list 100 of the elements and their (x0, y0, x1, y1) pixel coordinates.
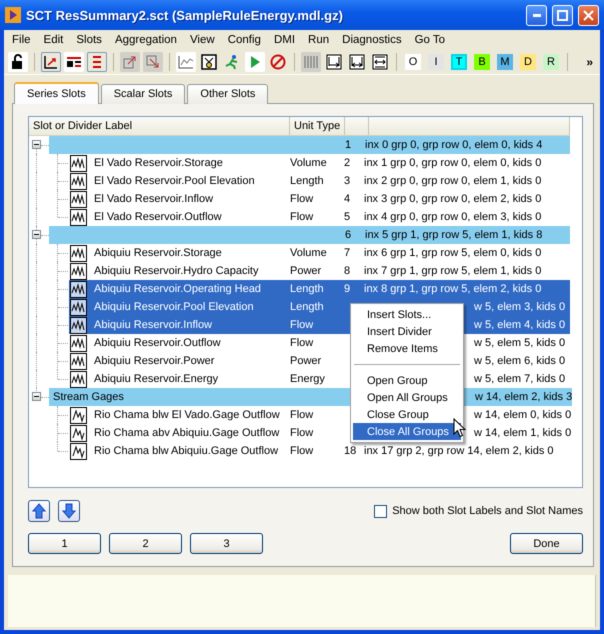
menu-item[interactable]: Diagnostics (337, 34, 410, 46)
row-info: w 14, elem 0, kids 0 (474, 409, 572, 421)
collapse-toggle[interactable] (32, 230, 41, 239)
context-menu-item[interactable]: Close Group (353, 406, 461, 423)
import-icon[interactable] (143, 52, 163, 72)
line-chart-icon[interactable] (176, 52, 196, 72)
numbered-button[interactable]: 3 (190, 533, 263, 554)
waveform-icon (70, 262, 87, 280)
gauge-icon[interactable] (199, 52, 219, 72)
done-button[interactable]: Done (510, 533, 583, 554)
row-info: inx 17 grp 2, grp row 14, elem 2, kids 0 (364, 445, 554, 457)
numbered-button[interactable]: 2 (109, 533, 182, 554)
row-info: w 14, elem 2, kids 3 (475, 391, 572, 403)
unit-type: Length (290, 283, 325, 295)
unit-type: Flow (290, 211, 314, 223)
play-icon[interactable] (245, 52, 265, 72)
menu-item[interactable]: Run (303, 34, 338, 46)
row-info: w 5, elem 5, kids 0 (474, 337, 566, 349)
row-info: w 5, elem 7, kids 0 (474, 373, 566, 385)
collapse-toggle[interactable] (32, 140, 41, 149)
unit-type: Volume (290, 157, 328, 169)
row-info: w 5, elem 4, kids 0 (474, 319, 566, 331)
row-info: w 5, elem 3, kids 0 (474, 301, 566, 313)
color-filter-button[interactable]: T (451, 54, 467, 70)
menu-item[interactable]: File (7, 34, 39, 46)
export-icon[interactable] (120, 52, 140, 72)
lock-icon[interactable] (8, 52, 28, 72)
column-header[interactable]: Slot or Divider Label (29, 117, 290, 135)
collapse-toggle[interactable] (32, 392, 41, 401)
row-number: 1 (345, 139, 352, 151)
waveform-icon (70, 154, 87, 172)
slot-row[interactable]: Abiquiu Reservoir.Operating Head Length 9 inx 8 grp 1, grp row 5, elem 2, kids 0 (69, 280, 570, 298)
context-menu-item[interactable]: Open All Groups (353, 389, 461, 406)
color-filter-button[interactable]: R (543, 54, 559, 70)
menu-item[interactable]: Config (222, 34, 269, 46)
waveform-icon (70, 190, 87, 208)
slot-label: Abiquiu Reservoir.Power (94, 355, 216, 367)
menu-item[interactable]: Go To (410, 34, 454, 46)
slot-label: El Vado Reservoir.Outflow (94, 211, 223, 223)
menu-item[interactable]: Edit (38, 34, 72, 46)
slot-label: Abiquiu Reservoir.Outflow (94, 337, 222, 349)
color-filter-button[interactable]: B (474, 54, 490, 70)
unit-type: Power (290, 355, 322, 367)
close-icon (583, 10, 594, 20)
unit-type: Flow (290, 445, 314, 457)
column-header[interactable]: Unit Type (290, 117, 345, 135)
menu-item[interactable]: Aggregation (110, 34, 185, 46)
slot-label: Abiquiu Reservoir.Operating Head (94, 283, 262, 295)
group-row[interactable]: 1 inx 0 grp 0, grp row 0, elem 0, kids 4 (49, 136, 570, 154)
close-button[interactable] (578, 4, 599, 26)
menu-item[interactable]: View (184, 34, 223, 46)
tab[interactable]: Scalar Slots (100, 84, 186, 104)
overflow-button[interactable]: » (586, 55, 596, 69)
width-icon[interactable] (347, 52, 367, 72)
unit-type: Length (290, 175, 325, 187)
slot-label: Abiquiu Reservoir.Pool Elevation (94, 301, 255, 313)
row-info: inx 8 grp 1, grp row 5, elem 2, kids 0 (364, 283, 542, 295)
slot-label: Abiquiu Reservoir.Hydro Capacity (94, 265, 260, 277)
group-row[interactable]: 6 inx 5 grp 1, grp row 5, elem 1, kids 8 (49, 226, 570, 244)
row-number: 6 (345, 229, 352, 241)
menu-item[interactable]: DMI (268, 34, 304, 46)
color-filter-button[interactable]: O (405, 54, 421, 70)
tab[interactable]: Series Slots (14, 82, 99, 104)
right-width-icon[interactable] (324, 52, 344, 72)
columns-icon[interactable] (64, 52, 84, 72)
menu-item[interactable]: Slots (71, 34, 110, 46)
minus-icon (34, 232, 39, 237)
unit-type: Flow (290, 319, 314, 331)
waveform-icon (70, 298, 87, 316)
waveform-icon (70, 208, 87, 226)
slot-label: Rio Chama blw El Vado.Gage Outflow (94, 409, 281, 421)
slot-label: El Vado Reservoir.Inflow (94, 193, 214, 205)
color-filter-button[interactable]: M (497, 54, 513, 70)
color-filter-button[interactable]: I (428, 54, 444, 70)
row-number: 4 (344, 193, 352, 205)
row-number: 2 (344, 157, 352, 169)
waveform-icon (70, 442, 87, 460)
waveform-icon (70, 172, 87, 190)
context-menu-item[interactable]: Close All Groups (353, 423, 461, 440)
color-filter-button[interactable]: D (520, 54, 536, 70)
maximize-button[interactable] (552, 4, 573, 26)
fit-icon[interactable] (370, 52, 390, 72)
slot-label: Rio Chama blw Abiquiu.Gage Outflow (94, 445, 280, 457)
checkbox[interactable] (374, 504, 388, 518)
context-menu-item[interactable]: Open Group (353, 372, 461, 389)
minimize-button[interactable] (526, 4, 547, 26)
maximize-icon (557, 10, 568, 20)
minus-icon (34, 394, 39, 399)
window-title: SCT ResSummary2.sct (SampleRuleEnergy.mdl.gz) (26, 8, 344, 22)
stop-sign-icon[interactable] (268, 52, 288, 72)
unit-type: Power (290, 265, 322, 277)
minus-icon (34, 142, 39, 147)
row-number: 18 (344, 445, 358, 457)
tab[interactable]: Other Slots (187, 84, 268, 104)
move-up-button[interactable] (28, 500, 50, 522)
rows-icon[interactable] (87, 52, 107, 72)
numbered-button[interactable]: 1 (28, 533, 101, 554)
move-down-button[interactable] (58, 500, 80, 522)
unit-type: Energy (290, 373, 326, 385)
waveform-icon (70, 280, 87, 298)
